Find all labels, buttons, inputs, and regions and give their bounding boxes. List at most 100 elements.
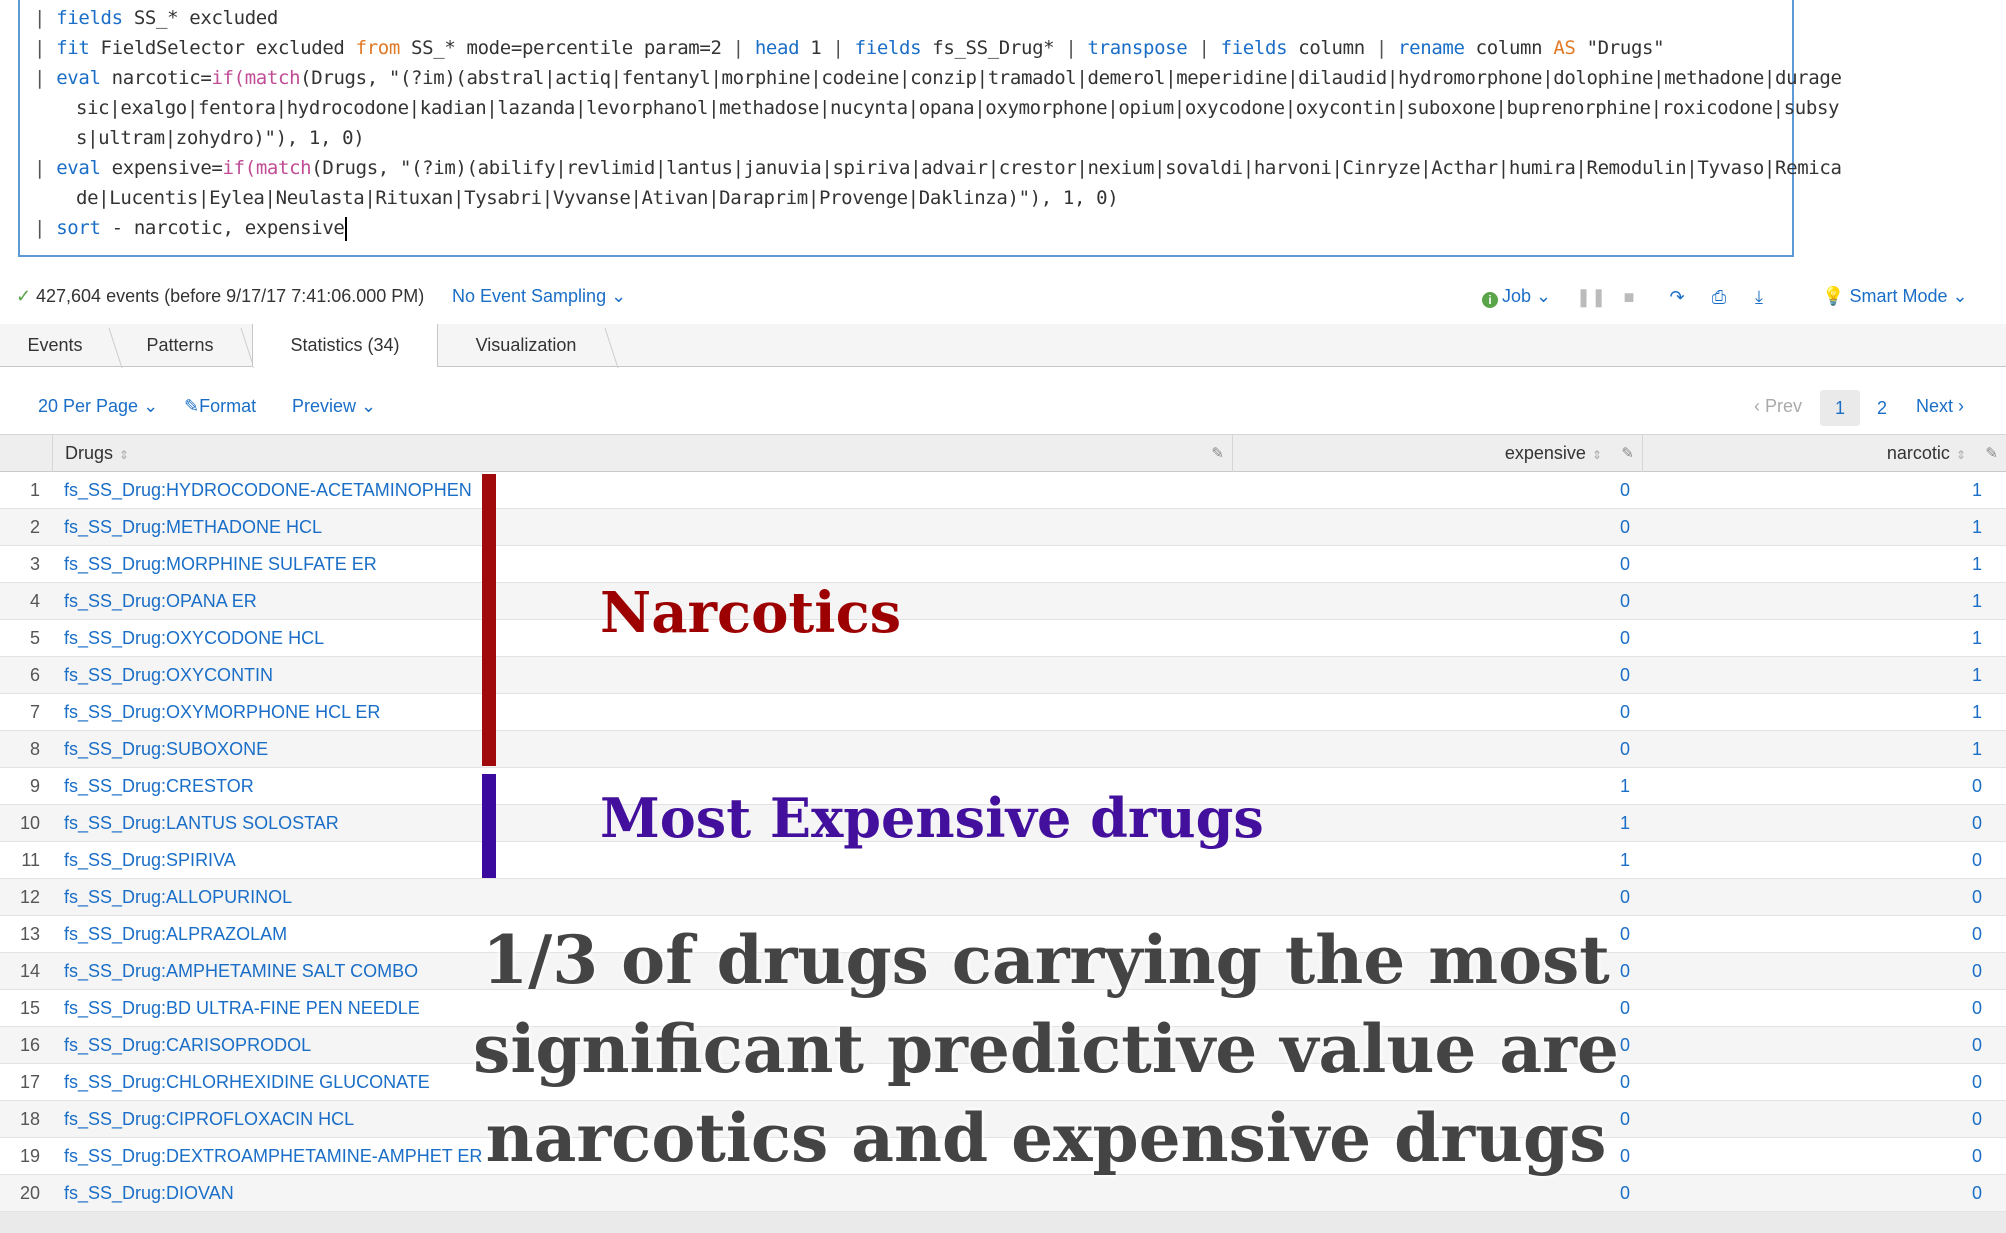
- share-icon[interactable]: ↷: [1664, 284, 1690, 310]
- drug-name-link[interactable]: fs_SS_Drug:HYDROCODONE-ACETAMINOPHEN: [64, 472, 472, 508]
- narcotic-value[interactable]: 0: [1642, 842, 1982, 878]
- bottom-scroll-strip: [0, 1212, 2006, 1233]
- drug-name-link[interactable]: fs_SS_Drug:OXYMORPHONE HCL ER: [64, 694, 380, 730]
- narcotic-value[interactable]: 1: [1642, 472, 1982, 508]
- expensive-value[interactable]: 1: [1232, 805, 1630, 841]
- row-number: 12: [19, 887, 40, 907]
- drug-name-link[interactable]: fs_SS_Drug:SPIRIVA: [64, 842, 236, 878]
- narcotic-value[interactable]: 1: [1642, 583, 1982, 619]
- sort-icon[interactable]: ⇕: [1956, 448, 1966, 462]
- expensive-value[interactable]: 0: [1232, 472, 1630, 508]
- pager-next-button[interactable]: Next ›: [1916, 396, 1964, 417]
- pager-page-1[interactable]: 1: [1820, 390, 1860, 426]
- drug-name-link[interactable]: fs_SS_Drug:AMPHETAMINE SALT COMBO: [64, 953, 418, 989]
- preview-label: Preview: [292, 396, 357, 416]
- drug-name-link[interactable]: fs_SS_Drug:ALLOPURINOL: [64, 879, 292, 915]
- drug-name-link[interactable]: fs_SS_Drug:OXYCONTIN: [64, 657, 273, 693]
- row-number: 15: [19, 998, 40, 1018]
- sort-icon[interactable]: ⇕: [1592, 448, 1602, 462]
- narcotic-value[interactable]: 0: [1642, 805, 1982, 841]
- column-header-narcotic[interactable]: narcotic ⇕ ✎: [1642, 435, 2006, 472]
- narcotic-value[interactable]: 1: [1642, 509, 1982, 545]
- drug-name-link[interactable]: fs_SS_Drug:CIPROFLOXACIN HCL: [64, 1101, 354, 1137]
- tab-patterns[interactable]: Patterns: [118, 324, 242, 366]
- pager-prev-button[interactable]: ‹ Prev: [1754, 396, 1802, 417]
- drug-name-link[interactable]: fs_SS_Drug:LANTUS SOLOSTAR: [64, 805, 339, 841]
- drug-name-link[interactable]: fs_SS_Drug:OXYCODONE HCL: [64, 620, 324, 656]
- sort-icon[interactable]: ⇕: [119, 448, 129, 462]
- drug-name-link[interactable]: fs_SS_Drug:MORPHINE SULFATE ER: [64, 546, 377, 582]
- expensive-value[interactable]: 0: [1232, 657, 1630, 693]
- narcotic-value[interactable]: 1: [1642, 657, 1982, 693]
- narcotic-value[interactable]: 1: [1642, 694, 1982, 730]
- drug-name-link[interactable]: fs_SS_Drug:DIOVAN: [64, 1175, 234, 1211]
- table-row: 1 fs_SS_Drug:HYDROCODONE-ACETAMINOPHEN 0 1: [0, 472, 2006, 509]
- drug-name-link[interactable]: fs_SS_Drug:CARISOPRODOL: [64, 1027, 311, 1063]
- narcotic-value[interactable]: 0: [1642, 1027, 1982, 1063]
- print-icon[interactable]: ⎙: [1706, 284, 1732, 310]
- drug-name-link[interactable]: fs_SS_Drug:DEXTROAMPHETAMINE-AMPHET ER: [64, 1138, 482, 1174]
- pager-next-label: Next: [1916, 396, 1954, 416]
- narcotic-value[interactable]: 0: [1642, 768, 1982, 804]
- per-page-dropdown[interactable]: 20 Per Page ⌄: [38, 396, 158, 417]
- per-page-label: 20 Per Page: [38, 396, 139, 416]
- expensive-value[interactable]: 0: [1232, 620, 1630, 656]
- pager-prev-label: Prev: [1765, 396, 1803, 416]
- narcotic-value[interactable]: 0: [1642, 1138, 1982, 1174]
- narcotic-value[interactable]: 0: [1642, 990, 1982, 1026]
- drug-name-link[interactable]: fs_SS_Drug:SUBOXONE: [64, 731, 268, 767]
- edit-column-icon[interactable]: ✎: [1985, 435, 1998, 472]
- narcotic-value[interactable]: 1: [1642, 620, 1982, 656]
- expensive-value[interactable]: 0: [1232, 879, 1630, 915]
- column-header-expensive-label: expensive: [1504, 443, 1586, 463]
- tab-events[interactable]: Events: [0, 324, 110, 366]
- export-icon[interactable]: ⤓: [1746, 284, 1772, 310]
- expensive-value[interactable]: 0: [1232, 583, 1630, 619]
- narcotic-value[interactable]: 0: [1642, 953, 1982, 989]
- format-button[interactable]: ✎Format: [184, 396, 256, 417]
- chevron-down-icon: ⌄: [1952, 286, 1968, 306]
- narcotic-value[interactable]: 0: [1642, 1101, 1982, 1137]
- expensive-value[interactable]: 1: [1232, 768, 1630, 804]
- pager-page-2[interactable]: 2: [1862, 390, 1902, 426]
- narcotic-value[interactable]: 0: [1642, 879, 1982, 915]
- narcotic-value[interactable]: 0: [1642, 1175, 1982, 1211]
- expensive-value[interactable]: 1: [1232, 842, 1630, 878]
- format-label: Format: [199, 396, 257, 416]
- expensive-value[interactable]: 0: [1232, 731, 1630, 767]
- expensive-value[interactable]: 0: [1232, 546, 1630, 582]
- stop-icon[interactable]: ■: [1616, 284, 1642, 310]
- drug-name-link[interactable]: fs_SS_Drug:ALPRAZOLAM: [64, 916, 287, 952]
- narcotics-annotation: Narcotics: [600, 580, 902, 646]
- narcotic-value[interactable]: 0: [1642, 916, 1982, 952]
- tab-visualization[interactable]: Visualization: [446, 324, 606, 366]
- edit-column-icon[interactable]: ✎: [1211, 435, 1224, 472]
- text-cursor: [344, 216, 347, 241]
- column-header-drugs[interactable]: Drugs ⇕ ✎: [52, 435, 1232, 472]
- drug-name-link[interactable]: fs_SS_Drug:CHLORHEXIDINE GLUCONATE: [64, 1064, 430, 1100]
- narcotic-value[interactable]: 1: [1642, 731, 1982, 767]
- chevron-down-icon: ⌄: [1536, 286, 1552, 306]
- row-number: 3: [29, 554, 40, 574]
- tab-statistics[interactable]: Statistics (34): [252, 324, 438, 367]
- drug-name-link[interactable]: fs_SS_Drug:BD ULTRA-FINE PEN NEEDLE: [64, 990, 420, 1026]
- pause-icon[interactable]: ❚❚: [1576, 284, 1606, 310]
- preview-dropdown[interactable]: Preview ⌄: [292, 396, 376, 417]
- edit-column-icon[interactable]: ✎: [1621, 435, 1634, 472]
- search-query-editor[interactable]: | fields SS_* excluded | fit FieldSelect…: [18, 0, 1842, 257]
- drug-name-link[interactable]: fs_SS_Drug:CRESTOR: [64, 768, 254, 804]
- job-dropdown[interactable]: i Job ⌄: [1482, 286, 1551, 308]
- narcotic-value[interactable]: 0: [1642, 1064, 1982, 1100]
- column-header-expensive[interactable]: expensive ⇕ ✎: [1232, 435, 1642, 472]
- results-toolbar: 20 Per Page ⌄ ✎Format Preview ⌄ ‹ Prev 1…: [0, 390, 2006, 430]
- table-row: 6 fs_SS_Drug:OXYCONTIN 0 1: [0, 657, 2006, 694]
- chevron-down-icon: ⌄: [361, 396, 377, 416]
- narcotic-value[interactable]: 1: [1642, 546, 1982, 582]
- drug-name-link[interactable]: fs_SS_Drug:METHADONE HCL: [64, 509, 322, 545]
- search-mode-dropdown[interactable]: 💡 Smart Mode ⌄: [1822, 286, 1968, 307]
- drug-name-link[interactable]: fs_SS_Drug:OPANA ER: [64, 583, 257, 619]
- expensive-value[interactable]: 0: [1232, 694, 1630, 730]
- column-header-narcotic-label: narcotic: [1886, 443, 1950, 463]
- expensive-value[interactable]: 0: [1232, 509, 1630, 545]
- event-sampling-dropdown[interactable]: No Event Sampling ⌄: [452, 286, 626, 307]
